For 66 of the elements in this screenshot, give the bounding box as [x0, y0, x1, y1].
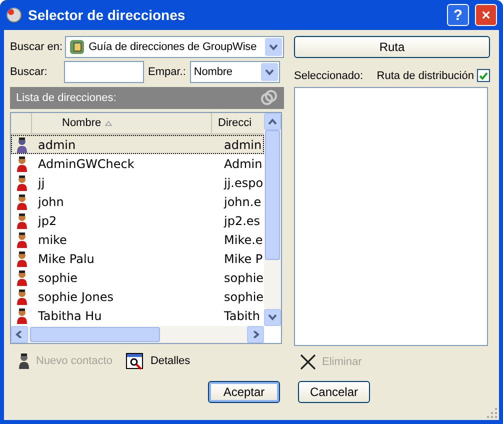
person-icon [18, 353, 30, 369]
person-icon [16, 156, 28, 172]
chevron-right-icon [251, 331, 260, 338]
person-icon [16, 174, 28, 190]
address-cell: sophie [224, 290, 264, 304]
address-cell: Mike.e [224, 232, 263, 246]
address-cell-text: john.e [224, 194, 262, 208]
close-button[interactable]: × [475, 4, 497, 26]
address-cell: jj.espo [224, 176, 264, 190]
name-cell-text: Mike Palu [38, 252, 96, 266]
name-cell-text: Tabitha Hu [38, 308, 103, 322]
globe-icon [6, 7, 22, 23]
close-icon [300, 354, 316, 370]
name-cell-text: sophie Jones [38, 290, 114, 304]
rings-icon [260, 90, 278, 106]
address-cell: admin [224, 138, 263, 152]
accept-button[interactable]: Aceptar [208, 381, 280, 403]
window-title: Selector de direcciones [28, 7, 186, 23]
address-cell-text: jp2.es [224, 214, 262, 228]
list-title: Lista de direcciones: [16, 92, 116, 104]
horizontal-scrollbar[interactable] [11, 326, 264, 343]
column-header[interactable]: Nombre [31, 113, 211, 133]
person-icon [16, 136, 28, 152]
address-book-icon [68, 39, 85, 55]
details-button[interactable]: Detalles [126, 352, 190, 370]
chevron-down-icon [269, 44, 278, 50]
chevron-down-icon [268, 314, 277, 321]
chevron-up-icon [268, 118, 277, 125]
magnifier-window-icon [126, 352, 144, 370]
cancel-button[interactable]: Cancelar [298, 381, 370, 403]
name-cell-text: admin [38, 138, 77, 152]
person-icon [16, 194, 28, 210]
search-label: Buscar: [10, 66, 48, 78]
resize-grip-icon[interactable] [487, 408, 497, 418]
name-cell-text: AdminGWCheck [38, 156, 136, 170]
name-cell-text: jj [38, 176, 46, 190]
sort-up-icon [105, 120, 112, 126]
name-cell-text: jp2 [38, 214, 58, 228]
person-icon [16, 212, 28, 228]
address-cell: Admin [224, 156, 263, 170]
help-button[interactable]: ? [447, 4, 469, 26]
match-label: Empar.: [148, 66, 186, 78]
name-cell-text: john [38, 194, 65, 208]
distribution-route-checkbox[interactable] [477, 69, 490, 82]
address-cell: Mike P [224, 252, 263, 266]
search-in-label: Buscar en: [10, 41, 63, 53]
route-button[interactable]: Ruta [294, 36, 490, 58]
address-cell-text: Tabith [224, 308, 261, 322]
chevron-down-icon [264, 68, 274, 76]
distribution-route-label: Ruta de distribución [376, 70, 474, 82]
name-cell-text: mike [38, 232, 68, 246]
person-icon [16, 288, 28, 304]
search-field[interactable] [64, 61, 144, 83]
checkmark-icon [479, 72, 488, 80]
person-icon [16, 232, 28, 248]
person-icon [16, 270, 28, 286]
selected-label: Seleccionado: [294, 70, 364, 82]
person-icon [16, 250, 28, 266]
name-cell-text: sophie [38, 270, 79, 284]
person-icon [16, 308, 28, 324]
match-dropdown[interactable]: Nombre [190, 61, 280, 83]
address-cell: sophie [224, 270, 264, 284]
chevron-left-icon [15, 331, 24, 338]
list-row[interactable]: admin admin [11, 135, 264, 154]
vertical-scrollbar[interactable] [264, 113, 281, 326]
address-book-dropdown[interactable]: Guía de direcciones de GroupWise [64, 36, 284, 58]
